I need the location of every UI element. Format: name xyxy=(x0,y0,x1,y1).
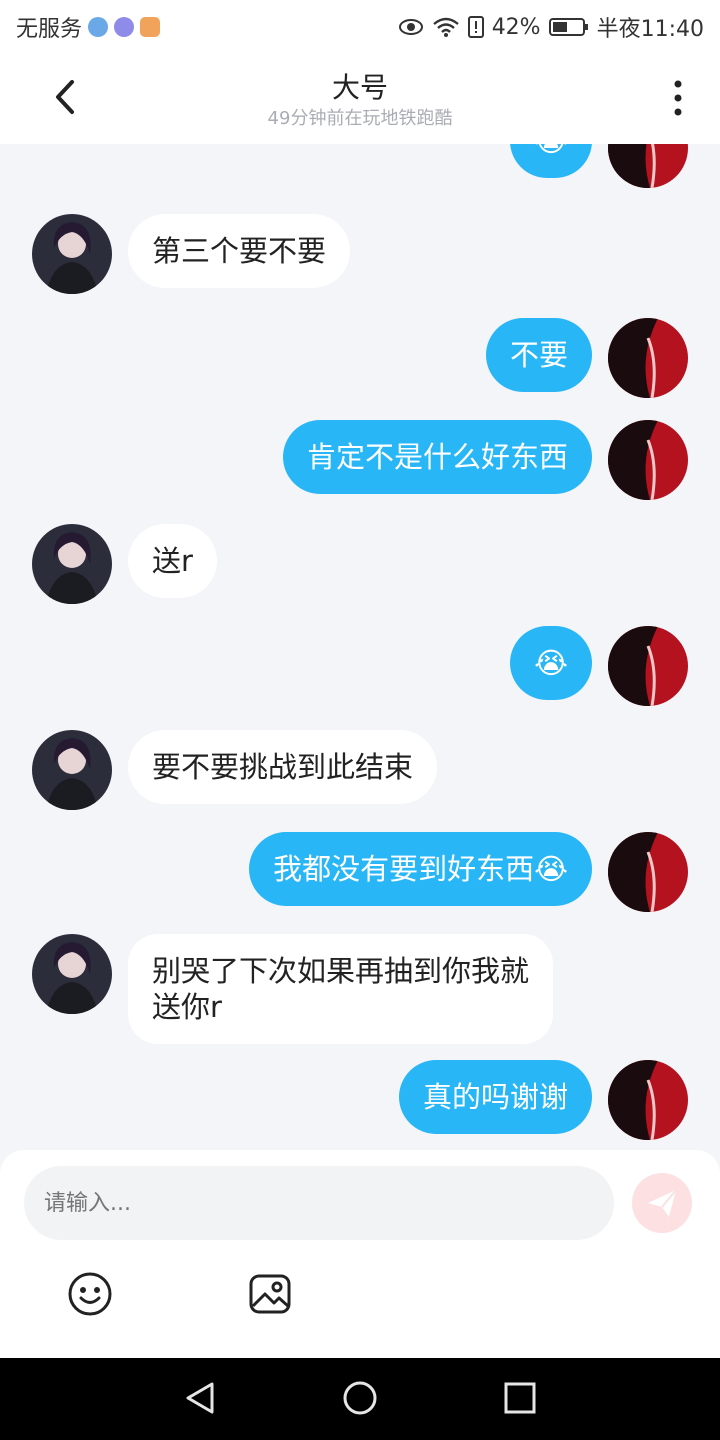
message-bubble[interactable]: 😭 xyxy=(510,144,592,178)
my-avatar[interactable] xyxy=(608,420,688,500)
eye-icon xyxy=(398,19,423,35)
message-bubble[interactable]: 肯定不是什么好东西 xyxy=(282,420,592,494)
chat-header: 大号 49分钟前在玩地铁跑酷 xyxy=(0,50,720,144)
message-bubble[interactable]: 😭 xyxy=(510,626,592,700)
contact-avatar[interactable] xyxy=(32,934,112,1014)
vpn-icon xyxy=(88,17,109,37)
system-nav-bar xyxy=(0,1358,720,1440)
message-bubble[interactable]: 第三个要不要 xyxy=(128,214,351,288)
message-bubble[interactable]: 要不要挑战到此结束 xyxy=(128,730,438,804)
composer xyxy=(0,1150,720,1358)
my-avatar[interactable] xyxy=(608,1060,688,1140)
my-avatar[interactable] xyxy=(608,318,688,398)
my-avatar[interactable] xyxy=(608,626,688,706)
carrier-label: 无服务 xyxy=(16,17,83,42)
message-list[interactable]: 😭 第三个要不要 不要 肯定不是什么好东西 送r 😭 xyxy=(0,144,720,1150)
app-icon xyxy=(140,17,161,37)
contact-avatar[interactable] xyxy=(32,524,112,604)
my-avatar[interactable] xyxy=(608,144,688,188)
status-bar: 无服务 42% 半夜11:40 xyxy=(0,0,720,50)
nav-home-icon[interactable] xyxy=(340,1378,380,1418)
emoji-icon[interactable] xyxy=(66,1270,114,1318)
sim-alert-icon xyxy=(467,16,484,38)
nav-recents-icon[interactable] xyxy=(500,1378,540,1418)
battery-icon xyxy=(548,18,588,36)
my-avatar[interactable] xyxy=(608,832,688,912)
wifi-icon xyxy=(432,17,459,37)
send-icon xyxy=(648,1189,677,1217)
contact-name: 大号 xyxy=(331,71,388,104)
nav-back-icon[interactable] xyxy=(180,1378,220,1418)
send-button[interactable] xyxy=(632,1173,692,1233)
message-bubble[interactable]: 不要 xyxy=(485,318,592,392)
contact-activity-status: 49分钟前在玩地铁跑酷 xyxy=(267,108,453,129)
contact-avatar[interactable] xyxy=(32,730,112,810)
image-icon[interactable] xyxy=(246,1270,294,1318)
more-options-icon[interactable] xyxy=(666,78,690,118)
music-icon xyxy=(114,17,135,37)
message-input[interactable] xyxy=(24,1166,614,1240)
message-bubble[interactable]: 真的吗谢谢 xyxy=(398,1060,592,1134)
battery-percent: 42% xyxy=(491,14,541,40)
message-bubble[interactable]: 送r xyxy=(128,524,217,598)
clock: 半夜11:40 xyxy=(596,17,704,42)
message-bubble[interactable]: 别哭了下次如果再抽到你我就 送你r xyxy=(128,934,554,1044)
message-bubble[interactable]: 我都没有要到好东西😭 xyxy=(249,832,592,906)
contact-avatar[interactable] xyxy=(32,214,112,294)
